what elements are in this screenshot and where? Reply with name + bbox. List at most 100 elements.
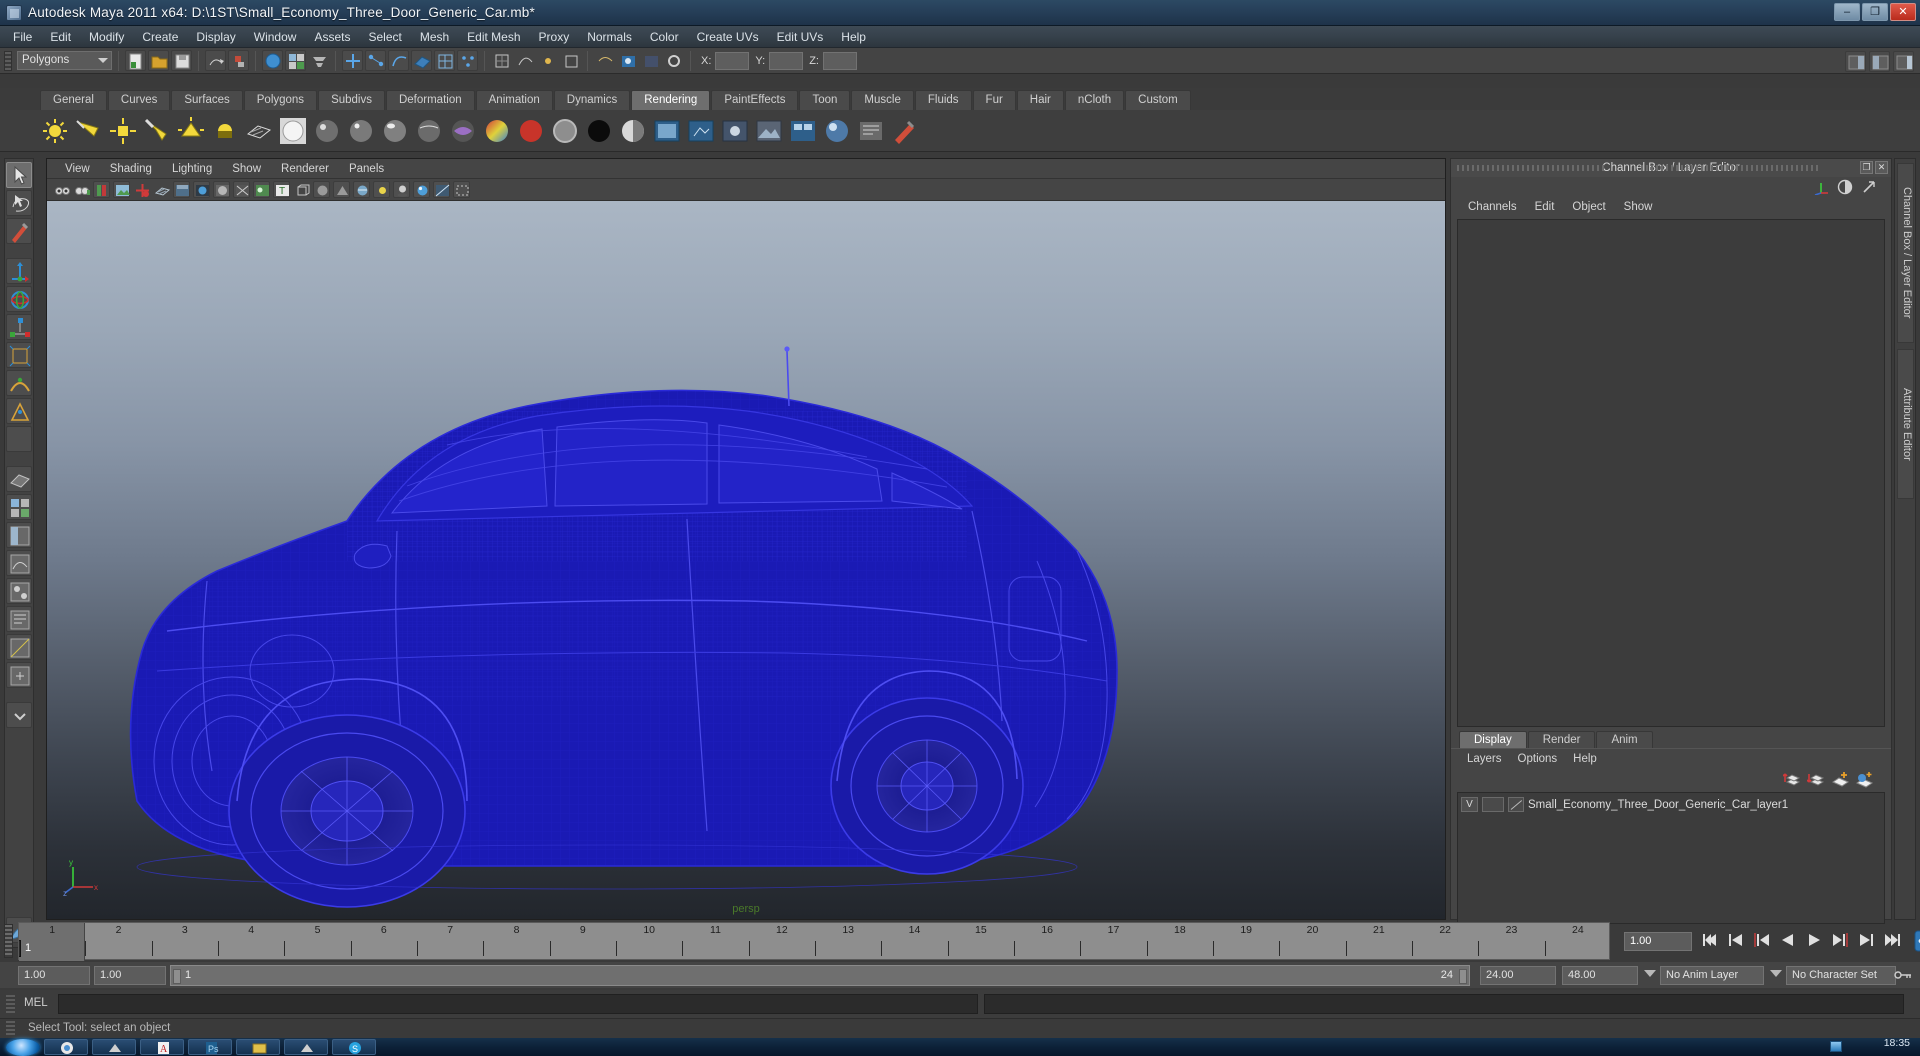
menu-item-edit[interactable]: Edit [41, 28, 80, 46]
maya-icon[interactable] [92, 1039, 136, 1055]
layer-color-swatch-icon[interactable] [1508, 797, 1524, 812]
move-tool[interactable] [6, 258, 32, 284]
render-current-frame-icon[interactable] [652, 116, 682, 146]
redo-button[interactable] [228, 50, 249, 71]
toggle-channel-box-button[interactable] [1893, 51, 1914, 72]
xray-icon[interactable] [233, 181, 250, 198]
system-tray-icon[interactable] [1830, 1041, 1842, 1052]
step-forward-frame-icon[interactable] [1856, 930, 1876, 950]
smooth-shade-icon[interactable] [313, 181, 330, 198]
hardware-texture-icon[interactable] [353, 181, 370, 198]
layer-menu-help[interactable]: Help [1565, 752, 1605, 766]
new-layer-icon[interactable] [1831, 770, 1851, 788]
menu-item-create-uvs[interactable]: Create UVs [688, 28, 768, 46]
batch-render-icon[interactable] [788, 116, 818, 146]
surface-shader-icon[interactable] [516, 116, 546, 146]
quick-layout-uv-icon[interactable] [6, 634, 32, 660]
car-wireframe-model[interactable] [47, 201, 1445, 919]
viewport-menu-view[interactable]: View [55, 162, 100, 176]
go-to-end-icon[interactable] [1882, 930, 1902, 950]
command-output-field[interactable] [984, 994, 1904, 1014]
chevron-down-icon[interactable] [6, 702, 32, 728]
menu-item-select[interactable]: Select [359, 28, 410, 46]
quick-layout-more-icon[interactable] [6, 662, 32, 688]
chrome-icon[interactable] [44, 1039, 88, 1055]
vtab-attribute-editor[interactable]: Attribute Editor [1897, 349, 1914, 499]
render-settings-icon[interactable] [720, 116, 750, 146]
toggle-tool-settings-button[interactable] [1869, 51, 1890, 72]
menu-item-edit-uvs[interactable]: Edit UVs [768, 28, 833, 46]
lasso-select-tool[interactable] [6, 190, 32, 216]
phonge-material-icon[interactable] [380, 116, 410, 146]
select-camera-icon[interactable] [53, 181, 70, 198]
viewport-menu-panels[interactable]: Panels [339, 162, 394, 176]
select-by-object-button[interactable] [285, 50, 306, 71]
layered-shader-icon[interactable] [448, 116, 478, 146]
z-coordinate-field[interactable] [822, 51, 857, 70]
channel-box-menu-show[interactable]: Show [1615, 200, 1662, 214]
animation-start-field[interactable]: 1.00 [18, 966, 90, 985]
new-scene-button[interactable] [125, 50, 146, 71]
scale-tool[interactable] [6, 314, 32, 340]
use-background-icon[interactable] [550, 116, 580, 146]
restore-panel-button[interactable]: ❐ [1860, 161, 1873, 174]
snap-view-plane-button[interactable] [560, 50, 581, 71]
quick-layout-single-icon[interactable] [6, 466, 32, 492]
shelf-tab-fur[interactable]: Fur [972, 90, 1016, 110]
shelf-tab-muscle[interactable]: Muscle [851, 90, 914, 110]
shelf-tab-rendering[interactable]: Rendering [631, 90, 711, 110]
help-line-grip[interactable] [6, 1021, 15, 1037]
save-scene-button[interactable] [171, 50, 192, 71]
snap-grid-button[interactable] [491, 50, 512, 71]
render-current-frame-button[interactable] [617, 50, 638, 71]
time-slider[interactable]: 1 1 2 3 4 5 6 7 8 9 10 11 12 13 14 15 16 17 18 19 20 21 22 23 2… [18, 922, 1610, 961]
new-layer-from-selected-icon[interactable] [1855, 770, 1875, 788]
render-settings-button[interactable] [663, 50, 684, 71]
minimize-button[interactable]: – [1834, 3, 1860, 21]
resolution-gate-icon[interactable] [193, 181, 210, 198]
x-coordinate-field[interactable] [715, 51, 750, 70]
image-plane-icon[interactable] [113, 181, 130, 198]
maximize-button[interactable]: ❐ [1862, 3, 1888, 21]
plane-light-icon[interactable] [244, 116, 274, 146]
flat-shade-icon[interactable] [333, 181, 350, 198]
skype-icon[interactable]: S [332, 1039, 376, 1055]
play-backwards-icon[interactable] [1778, 930, 1798, 950]
rendering-flags-icon[interactable] [856, 116, 886, 146]
step-forward-key-icon[interactable] [1830, 930, 1850, 950]
construction-history-button[interactable] [594, 50, 615, 71]
play-forwards-icon[interactable] [1804, 930, 1824, 950]
shelf-tab-painteffects[interactable]: PaintEffects [711, 90, 799, 110]
range-end-field[interactable]: 24.00 [1480, 966, 1556, 985]
character-set-field[interactable]: No Character Set [1786, 966, 1896, 985]
range-right-handle[interactable] [1459, 969, 1467, 984]
grid-icon[interactable] [153, 181, 171, 198]
layer-tab-display[interactable]: Display [1459, 731, 1527, 748]
menu-set-selector[interactable]: Polygons [17, 51, 112, 70]
photoshop-icon[interactable]: Ps [188, 1039, 232, 1055]
directional-light-icon[interactable] [74, 116, 104, 146]
rotate-tool[interactable] [6, 286, 32, 312]
anim-layer-chevron-down-icon[interactable] [1644, 970, 1656, 977]
ipr-render-button[interactable] [640, 50, 661, 71]
paint-icon[interactable] [890, 116, 920, 146]
auto-key-icon[interactable] [1894, 970, 1912, 980]
component-vertex-button[interactable] [342, 50, 363, 71]
menu-item-assets[interactable]: Assets [305, 28, 359, 46]
lock-camera-icon[interactable] [73, 181, 90, 198]
menu-item-edit-mesh[interactable]: Edit Mesh [458, 28, 529, 46]
ramp-shader-icon[interactable] [482, 116, 512, 146]
go-to-start-icon[interactable] [1700, 930, 1720, 950]
winrar-icon[interactable] [236, 1039, 280, 1055]
component-uv-button[interactable] [411, 50, 432, 71]
ipr-render-icon[interactable] [686, 116, 716, 146]
keyframe-icon[interactable] [133, 181, 150, 198]
select-by-hierarchy-button[interactable] [262, 50, 283, 71]
layer-tab-render[interactable]: Render [1527, 731, 1596, 748]
channelbox-toggle-icon[interactable] [1837, 179, 1853, 195]
shelf-tab-ncloth[interactable]: nCloth [1064, 90, 1125, 110]
component-hull-button[interactable] [434, 50, 455, 71]
channel-box-menu-channels[interactable]: Channels [1459, 200, 1526, 214]
shelf-tab-subdivs[interactable]: Subdivs [318, 90, 385, 110]
display-layer-list[interactable]: V Small_Economy_Three_Door_Generic_Car_la… [1457, 792, 1885, 924]
